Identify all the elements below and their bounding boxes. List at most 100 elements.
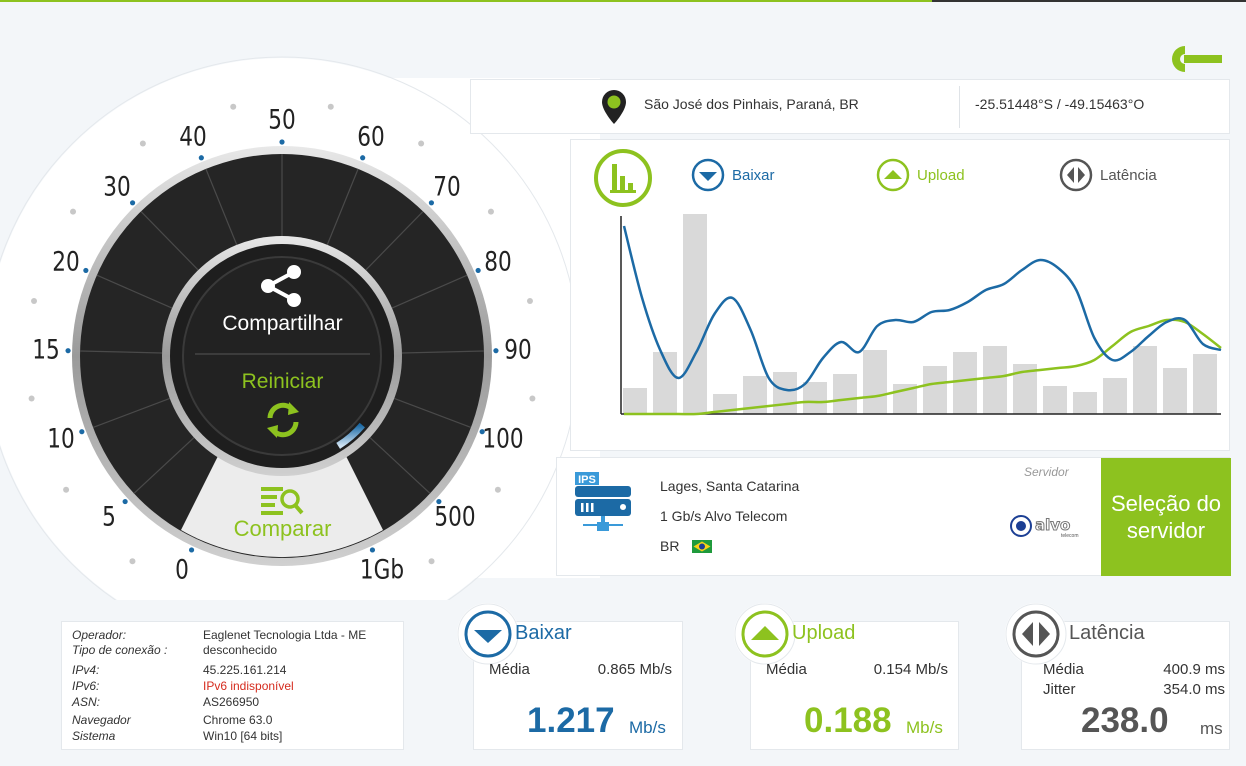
latency-icon <box>1005 603 1067 665</box>
gauge-dot <box>494 486 501 493</box>
gauge-tick <box>198 155 204 161</box>
latency-bar <box>1103 378 1127 414</box>
info-value: 45.225.161.214 <box>203 663 287 677</box>
latency-bar <box>1133 346 1157 414</box>
jitter-value: 354.0 ms <box>1163 681 1225 698</box>
select-server-line1: Seleção do <box>1110 491 1222 516</box>
location-coords: -25.51448°S / -49.15463°O <box>975 96 1145 112</box>
gauge-scale-label: 80 <box>484 246 513 278</box>
legend-latency-label: Latência <box>1100 166 1157 184</box>
gauge-tick <box>360 155 366 161</box>
jitter-label: Jitter <box>1043 681 1076 698</box>
gauge-scale-label: 60 <box>357 121 385 153</box>
latency-icon <box>1059 158 1093 192</box>
latency-bar <box>1073 392 1097 414</box>
gauge-tick <box>79 429 85 435</box>
info-key: Navegador <box>72 713 131 727</box>
info-value: desconhecido <box>203 643 278 657</box>
upload-unit: Mb/s <box>906 718 943 737</box>
upload-icon <box>876 158 910 192</box>
download-speed-value: 1.217 <box>527 701 615 740</box>
gauge-scale-label: 70 <box>433 171 461 203</box>
brazil-flag-icon <box>692 540 712 553</box>
select-server-button[interactable]: Seleção do servidor <box>1101 458 1231 576</box>
bar-chart-icon[interactable] <box>593 148 653 208</box>
upload-icon <box>734 603 796 665</box>
upload-title: Upload <box>792 622 856 644</box>
latency-unit: ms <box>1200 719 1223 738</box>
info-value: Eaglenet Tecnologia Ltda - ME <box>203 628 367 642</box>
gauge-tick <box>279 139 285 145</box>
gauge-scale-label: 1Gb <box>359 554 404 586</box>
latency-bar <box>623 388 647 414</box>
download-icon <box>457 603 519 665</box>
latency-bar <box>773 372 797 414</box>
wrench-icon[interactable] <box>1170 44 1224 74</box>
info-key: ASN: <box>72 695 101 709</box>
download-series-line <box>622 225 1222 392</box>
compare-button[interactable]: Comparar <box>190 516 375 542</box>
upload-avg-label: Média <box>766 661 807 678</box>
info-key: IPv6: <box>72 679 100 693</box>
server-icon: IPS <box>575 472 631 531</box>
restart-button[interactable]: Reiniciar <box>180 370 385 394</box>
gauge-dot <box>327 103 334 110</box>
gauge-scale-label: 5 <box>102 501 116 533</box>
gauge-scale-label: 40 <box>179 121 207 153</box>
gauge-scale-label: 10 <box>47 423 75 455</box>
server-speed-provider: 1 Gb/s Alvo Telecom <box>660 508 788 524</box>
gauge-tick <box>475 267 481 274</box>
latency-bar <box>863 350 887 414</box>
latency-bar <box>683 214 707 414</box>
latency-bar <box>983 346 1007 414</box>
share-icon[interactable] <box>258 264 306 308</box>
latency-avg-label: Média <box>1043 661 1084 678</box>
gauge-dot <box>428 558 435 565</box>
gauge-tick <box>129 200 136 206</box>
legend-upload-label: Upload <box>917 166 965 184</box>
location-city: São José dos Pinhais, Paraná, BR <box>644 96 859 112</box>
server-caption: Servidor <box>1024 465 1069 479</box>
upload-speed-value: 0.188 <box>804 701 892 740</box>
history-chart-card: Baixar Upload Latência <box>570 139 1230 451</box>
gauge-scale-label: 20 <box>51 246 80 278</box>
gauge-tick <box>188 547 195 553</box>
latency-bar <box>803 382 827 414</box>
compare-icon[interactable] <box>259 484 305 516</box>
latency-value: 238.0 <box>1081 701 1169 740</box>
download-avg-label: Média <box>489 661 530 678</box>
latency-bar <box>833 374 857 414</box>
download-unit: Mb/s <box>629 718 666 737</box>
gauge-tick <box>122 498 128 505</box>
gauge-dot <box>487 208 494 215</box>
gauge-scale-label: 90 <box>504 334 532 366</box>
upload-result-card: Upload Média 0.154 Mb/s 0.188 Mb/s <box>734 603 959 750</box>
legend-download[interactable]: Baixar <box>691 158 775 192</box>
map-pin-icon <box>602 90 626 124</box>
info-key: Tipo de conexão : <box>72 643 168 657</box>
gauge-dot <box>529 395 536 402</box>
download-result-card: Baixar Média 0.865 Mb/s 1.217 Mb/s <box>457 603 683 750</box>
gauge-dot <box>526 298 533 305</box>
info-value: IPv6 indisponível <box>203 679 294 693</box>
download-avg-value: 0.865 Mb/s <box>597 661 672 678</box>
gauge-scale-label: 500 <box>434 501 476 533</box>
legend-latency[interactable]: Latência <box>1059 158 1157 192</box>
server-city: Lages, Santa Catarina <box>660 478 800 494</box>
info-value: Win10 [64 bits] <box>203 729 283 743</box>
gauge-dot <box>129 558 136 565</box>
share-button[interactable]: Compartilhar <box>180 312 385 336</box>
legend-upload[interactable]: Upload <box>876 158 965 192</box>
location-card: São José dos Pinhais, Paraná, BR -25.514… <box>470 79 1230 134</box>
gauge-scale-label: 50 <box>268 104 296 136</box>
latency-avg-value: 400.9 ms <box>1163 661 1225 678</box>
latency-bar <box>1193 354 1217 414</box>
isp-logo-text: alvo <box>1035 516 1070 534</box>
gauge-dot <box>63 486 70 493</box>
gauge-dot <box>230 103 237 110</box>
gauge-dot <box>31 298 38 305</box>
legend-download-label: Baixar <box>732 166 775 184</box>
restart-icon[interactable] <box>262 398 304 442</box>
server-icon-label: IPS <box>578 474 596 486</box>
isp-logo: alvo telecom <box>1010 515 1079 538</box>
